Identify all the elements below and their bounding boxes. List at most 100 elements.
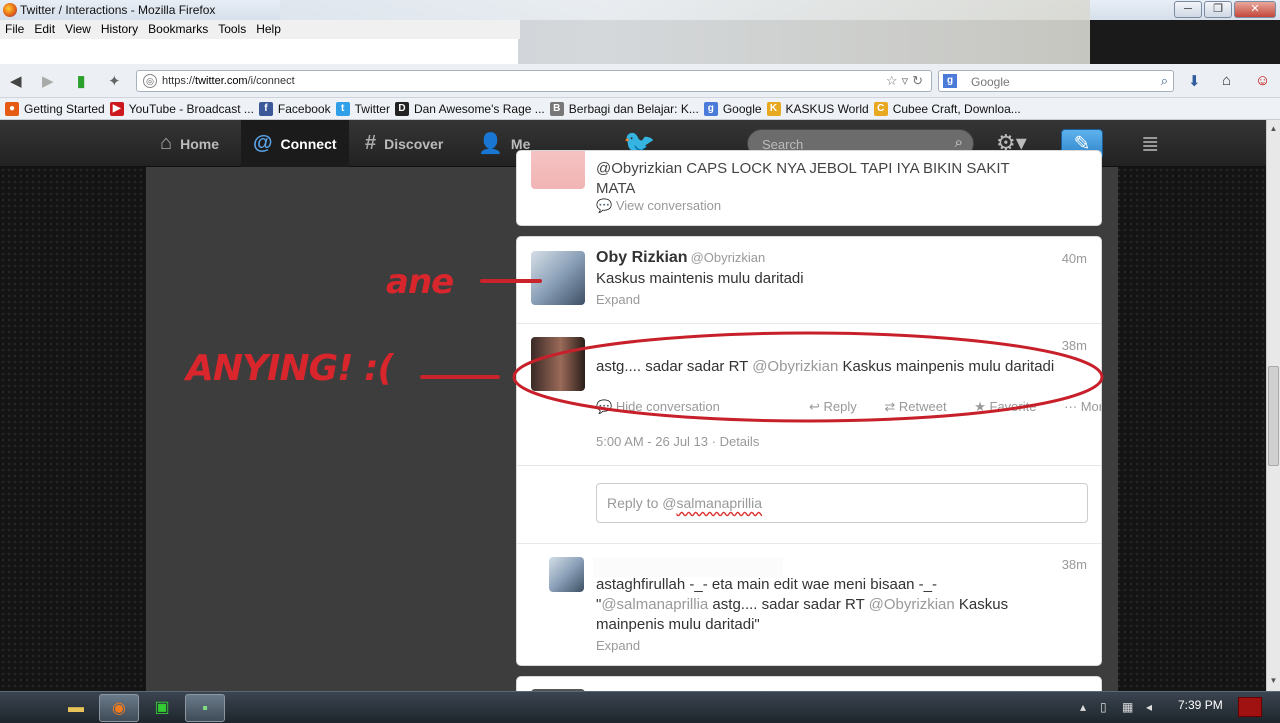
annotation-ellipse (512, 331, 1104, 423)
volume-icon[interactable]: ◂ (1146, 700, 1152, 714)
bookmark-item[interactable]: K KASKUS World (766, 98, 869, 120)
scroll-up-icon[interactable]: ▲ (1268, 124, 1279, 135)
addon-red-icon[interactable]: ☺ (1255, 72, 1270, 89)
bookmark-label: Getting Started (24, 102, 105, 116)
line-app-icon[interactable]: ▣ (142, 694, 182, 722)
view-conversation-link[interactable]: 💬 View conversation (596, 198, 721, 214)
url-path: /i/connect (247, 75, 295, 87)
menu-edit[interactable]: Edit (29, 20, 60, 36)
menu-view[interactable]: View (60, 20, 96, 36)
tray-expand-icon[interactable]: ▴ (1080, 700, 1086, 714)
reply-input[interactable]: Reply to @salmanaprillia (596, 483, 1088, 523)
annotation-ane: ane (386, 262, 454, 302)
desktop-thumbnail-icon[interactable] (1238, 697, 1262, 717)
site-identity-icon[interactable]: ◎ (143, 74, 157, 88)
page-scrollbar[interactable]: ▲ ▼ (1266, 120, 1280, 691)
terminal-icon[interactable]: ▪ (185, 694, 225, 722)
expand-link[interactable]: Expand (596, 292, 640, 307)
divider (517, 323, 1101, 324)
signal-bars-icon[interactable]: ▮ (77, 72, 85, 90)
avatar-oby[interactable] (531, 251, 585, 305)
menu-help[interactable]: Help (251, 20, 286, 36)
nav-connect[interactable]: @ Connect (241, 120, 349, 167)
google-icon[interactable]: g (943, 74, 957, 88)
search-bar[interactable]: g Google ⌕ (938, 70, 1174, 92)
bookmark-favicon-icon: t (335, 102, 350, 116)
tweet-card-top: @Obyrizkian CAPS LOCK NYA JEBOL TAPI IYA… (516, 150, 1102, 226)
tray-device-icon[interactable]: ▯ (1100, 700, 1107, 714)
firefox-taskbar-icon[interactable]: ◉ (99, 694, 139, 722)
mention-link[interactable]: @Obyrizkian (869, 596, 955, 613)
forward-icon[interactable]: ▶ (42, 72, 54, 90)
expand-link[interactable]: Expand (596, 638, 640, 653)
url-bar[interactable]: ◎ https://twitter.com/i/connect ☆▿↻ (136, 70, 932, 92)
menu-tools[interactable]: Tools (213, 20, 251, 36)
bookmark-item[interactable]: t Twitter (335, 98, 390, 120)
details-link[interactable]: Details (720, 434, 760, 449)
maximize-button[interactable]: ❐ (1204, 1, 1232, 18)
bookmark-favicon-icon: B (549, 102, 564, 116)
nav-discover[interactable]: # Discover (353, 120, 455, 167)
bookmark-item[interactable]: g Google (703, 98, 762, 120)
bookmark-item[interactable]: B Berbagi dan Belajar: K... (549, 98, 699, 120)
search-icon[interactable]: ⌕ (1161, 73, 1168, 89)
url-text[interactable]: https://twitter.com/i/connect (162, 75, 295, 87)
explorer-icon[interactable]: ▬ (56, 694, 96, 722)
firefox-window: Twitter / Interactions - Mozilla Firefox… (0, 0, 1280, 723)
bookmark-label: KASKUS World (785, 102, 869, 116)
minimize-button[interactable]: ─ (1174, 1, 1202, 18)
search-icon[interactable]: ⌕ (955, 134, 963, 151)
window-title: Twitter / Interactions - Mozilla Firefox (20, 3, 216, 17)
reply-placeholder: Reply to @salmanaprillia (607, 495, 762, 511)
download-icon[interactable]: ⬇ (1188, 72, 1201, 90)
menu-history[interactable]: History (96, 20, 143, 36)
annotation-arrow (480, 279, 542, 283)
bookmark-item[interactable]: ▶ YouTube - Broadcast ... (109, 98, 254, 120)
network-icon[interactable]: ▦ (1122, 700, 1133, 714)
scroll-down-icon[interactable]: ▼ (1268, 676, 1279, 687)
bookmark-item[interactable]: D Dan Awesome's Rage ... (394, 98, 545, 120)
menu-file[interactable]: File (0, 20, 29, 36)
bookmark-star-icon[interactable]: ☆▿↻ (886, 73, 927, 89)
tweet-text-line: @Obyrizkian CAPS LOCK NYA JEBOL TAPI IYA… (596, 160, 1010, 177)
tweet-text: Kaskus maintenis mulu daritadi (596, 270, 804, 287)
bookmark-item[interactable]: C Cubee Craft, Downloa... (873, 98, 1021, 120)
scroll-thumb[interactable] (1268, 366, 1279, 466)
avatar-reply[interactable] (549, 557, 584, 592)
bookmark-favicon-icon: f (258, 102, 273, 116)
conversation-card: Oby Rizkian @Obyrizkian 40m Kaskus mainte… (516, 236, 1102, 666)
bookmark-item[interactable]: f Facebook (258, 98, 331, 120)
tweet-text: astaghfirullah -_- eta main edit wae men… (596, 575, 1066, 635)
stack-icon[interactable]: ≣ (1141, 131, 1159, 157)
view-conversation-label: View conversation (615, 198, 722, 213)
bookmark-favicon-icon: D (394, 102, 409, 116)
close-button[interactable]: ✕ (1234, 1, 1276, 18)
bookmark-label: YouTube - Broadcast ... (128, 102, 254, 116)
windows-taskbar: ▬ ◉ ▣ ▪ ▴ ▯ ▦ ◂ (0, 691, 1280, 723)
tweet-text-line: astaghfirullah -_- eta main edit wae men… (596, 576, 938, 593)
tweet-author[interactable]: Oby Rizkian @Obyrizkian (596, 249, 765, 267)
nav-home-label: Home (180, 135, 219, 152)
timestamp-text[interactable]: 5:00 AM - 26 Jul 13 (596, 434, 708, 449)
tweet-text-part: astg.... sadar sadar RT (708, 596, 869, 613)
home-icon[interactable]: ⌂ (1222, 72, 1231, 89)
person-icon: 👤 (478, 133, 503, 155)
clock[interactable]: 7:39 PM (1178, 698, 1223, 712)
url-host: twitter.com (195, 75, 248, 87)
mention-link[interactable]: @salmanaprillia (601, 596, 708, 613)
tweet-time[interactable]: 40m (1062, 251, 1087, 266)
menu-bookmarks[interactable]: Bookmarks (143, 20, 213, 36)
addon-icon[interactable]: ✦ (108, 72, 121, 90)
bookmarks-bar: ● Getting Started ▶ YouTube - Broadcast ...… (0, 98, 1280, 120)
search-placeholder: Google (971, 75, 1010, 89)
back-icon[interactable]: ◀ (10, 72, 22, 90)
nav-home[interactable]: ⌂ Home (148, 120, 231, 167)
tweet-timestamp: 5:00 AM - 26 Jul 13 · Details (596, 434, 760, 449)
tweet-text-line: mainpenis mulu daritadi" (596, 616, 760, 633)
avatar[interactable] (531, 151, 585, 189)
nav-discover-label: Discover (384, 135, 444, 152)
tweet-time[interactable]: 38m (1062, 557, 1087, 572)
divider (517, 465, 1101, 466)
bookmark-item[interactable]: ● Getting Started (5, 98, 105, 120)
title-bar: Twitter / Interactions - Mozilla Firefox… (0, 0, 1280, 64)
